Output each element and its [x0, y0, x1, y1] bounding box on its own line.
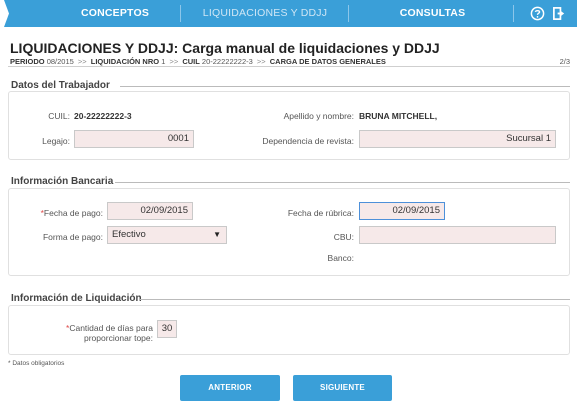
- breadcrumb-separator: >>: [256, 57, 266, 66]
- dias-tope-label-line1: *Cantidad de días para: [20, 323, 153, 333]
- banco-label: Banco:: [327, 253, 354, 263]
- step-counter: 2/3: [559, 57, 570, 66]
- dias-tope-input[interactable]: 30: [157, 320, 177, 338]
- nav-arrow-icon: [0, 0, 9, 27]
- periodo-value: 08/2015: [46, 57, 74, 66]
- cuil-label: CUIL: [182, 57, 200, 66]
- legajo-field-label: Legajo:: [42, 136, 70, 146]
- dropdown-arrow-icon[interactable]: ▼: [213, 227, 221, 243]
- fecha-pago-input[interactable]: 02/09/2015: [107, 202, 193, 220]
- nombre-field-label: Apellido y nombre:: [283, 111, 354, 121]
- section-divider: [140, 299, 570, 300]
- fecha-pago-label-text: Fecha de pago:: [43, 208, 103, 218]
- section-title-bancaria: Información Bancaria: [11, 176, 114, 187]
- breadcrumb-separator: >>: [77, 57, 87, 66]
- page-title: LIQUIDACIONES Y DDJJ: Carga manual de li…: [10, 40, 440, 56]
- nav-separator: [180, 5, 181, 22]
- dias-tope-label-text: Cantidad de días para: [69, 323, 153, 333]
- legajo-input[interactable]: 0001: [74, 130, 194, 148]
- periodo-label: PERIODO: [10, 57, 45, 66]
- required-footnote: * Datos obligatorios: [8, 360, 65, 367]
- required-footnote-text: Datos obligatorios: [12, 360, 65, 367]
- nav-separator: [513, 5, 514, 22]
- siguiente-button[interactable]: SIGUIENTE: [293, 375, 392, 401]
- breadcrumb: PERIODO 08/2015 >> LIQUIDACIÓN NRO 1 >> …: [10, 57, 386, 66]
- dependencia-field-label: Dependencia de revista:: [262, 136, 354, 146]
- fecha-rubrica-label: Fecha de rúbrica:: [287, 208, 354, 218]
- top-nav-bar: CONCEPTOS LIQUIDACIONES Y DDJJ CONSULTAS: [0, 0, 577, 27]
- title-divider: [8, 66, 570, 67]
- forma-pago-select[interactable]: Efectivo ▼: [107, 226, 227, 244]
- fecha-pago-label: *Fecha de pago:: [20, 208, 103, 218]
- nombre-field-value: BRUNA MITCHELL,: [359, 111, 438, 121]
- fecha-rubrica-input[interactable]: 02/09/2015: [359, 202, 445, 220]
- cuil-value: 20-22222222-3: [201, 57, 253, 66]
- section-divider: [115, 182, 570, 183]
- dias-tope-label: *Cantidad de días para proporcionar tope…: [20, 323, 153, 343]
- nav-separator: [348, 5, 349, 22]
- cuil-field-label: CUIL:: [48, 111, 70, 121]
- dias-tope-label-line2: proporcionar tope:: [84, 333, 153, 343]
- forma-pago-label: Forma de pago:: [42, 232, 103, 242]
- help-icon[interactable]: [530, 6, 545, 21]
- logout-icon[interactable]: [552, 6, 567, 21]
- cuil-field-value: 20-22222222-3: [74, 111, 132, 121]
- section-title-liquidacion: Información de Liquidación: [11, 293, 142, 304]
- anterior-button[interactable]: ANTERIOR: [180, 375, 280, 401]
- nav-item-conceptos[interactable]: CONCEPTOS: [40, 0, 190, 27]
- nav-item-liquidaciones[interactable]: LIQUIDACIONES Y DDJJ: [185, 0, 345, 27]
- forma-pago-selected: Efectivo: [112, 229, 146, 240]
- section-title-trabajador: Datos del Trabajador: [11, 80, 110, 91]
- dependencia-input[interactable]: Sucursal 1: [359, 130, 556, 148]
- trabajador-panel: [8, 91, 570, 160]
- breadcrumb-separator: >>: [169, 57, 179, 66]
- cbu-input[interactable]: [359, 226, 556, 244]
- cbu-label: CBU:: [333, 232, 354, 242]
- step-label: CARGA DE DATOS GENERALES: [269, 57, 386, 66]
- liquidacion-label: LIQUIDACIÓN NRO: [90, 57, 160, 66]
- section-divider: [120, 86, 570, 87]
- liquidacion-value: 1: [161, 57, 166, 66]
- nav-item-consultas[interactable]: CONSULTAS: [355, 0, 510, 27]
